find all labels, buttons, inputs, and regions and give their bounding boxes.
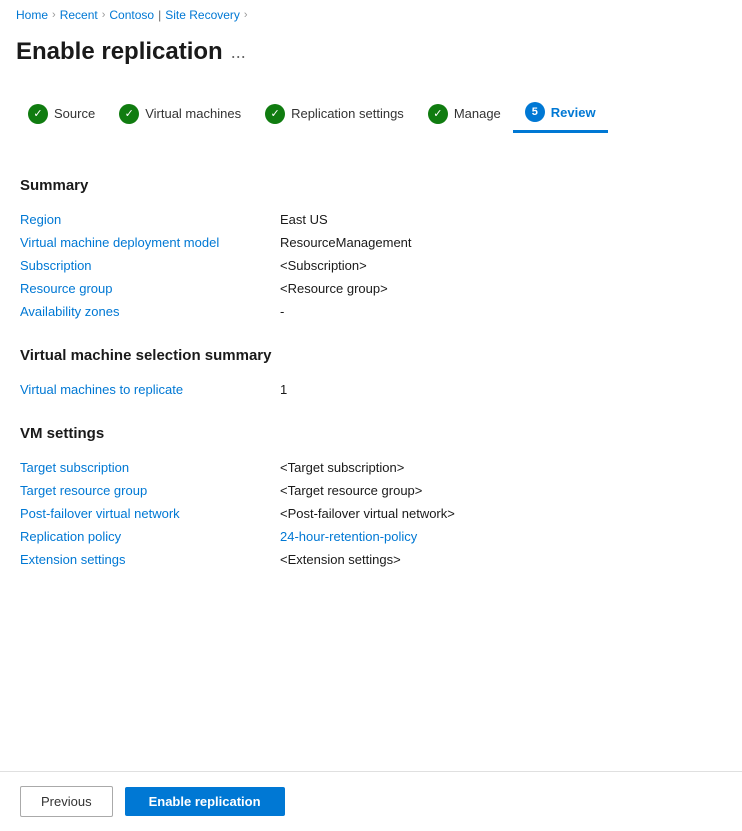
- table-row: Availability zones -: [20, 300, 722, 323]
- subscription-value: <Subscription>: [280, 258, 367, 273]
- footer: Previous Enable replication: [0, 771, 742, 831]
- step-manage-label: Manage: [454, 106, 501, 121]
- region-label: Region: [20, 212, 280, 227]
- step-source[interactable]: ✓ Source: [16, 96, 107, 132]
- summary-section: Summary Region East US Virtual machine d…: [20, 177, 722, 323]
- vms-to-replicate-label: Virtual machines to replicate: [20, 382, 280, 397]
- breadcrumb: Home › Recent › Contoso | Site Recovery …: [0, 0, 742, 30]
- target-resource-group-label: Target resource group: [20, 483, 280, 498]
- subscription-label: Subscription: [20, 258, 280, 273]
- extension-settings-value: <Extension settings>: [280, 552, 401, 567]
- deployment-model-value: ResourceManagement: [280, 235, 412, 250]
- table-row: Replication policy 24-hour-retention-pol…: [20, 525, 722, 548]
- breadcrumb-contoso[interactable]: Contoso: [109, 8, 154, 22]
- step-review-label: Review: [551, 105, 596, 120]
- table-row: Resource group <Resource group>: [20, 277, 722, 300]
- page-options-button[interactable]: ...: [231, 42, 246, 63]
- table-row: Target subscription <Target subscription…: [20, 456, 722, 479]
- breadcrumb-sep-3: ›: [244, 9, 248, 21]
- resource-group-label: Resource group: [20, 281, 280, 296]
- breadcrumb-recent[interactable]: Recent: [60, 8, 98, 22]
- enable-replication-button[interactable]: Enable replication: [125, 787, 285, 816]
- post-failover-network-label: Post-failover virtual network: [20, 506, 280, 521]
- steps-navigation: ✓ Source ✓ Virtual machines ✓ Replicatio…: [0, 82, 742, 145]
- step-replication-settings[interactable]: ✓ Replication settings: [253, 96, 416, 132]
- availability-zones-label: Availability zones: [20, 304, 280, 319]
- step-repl-check-icon: ✓: [265, 104, 285, 124]
- vm-selection-section: Virtual machine selection summary Virtua…: [20, 347, 722, 401]
- step-source-check-icon: ✓: [28, 104, 48, 124]
- vm-selection-title: Virtual machine selection summary: [20, 347, 722, 364]
- step-virtual-machines[interactable]: ✓ Virtual machines: [107, 96, 253, 132]
- table-row: Virtual machine deployment model Resourc…: [20, 231, 722, 254]
- step-vms-label: Virtual machines: [145, 106, 241, 121]
- step-review[interactable]: 5 Review: [513, 94, 608, 133]
- replication-policy-label: Replication policy: [20, 529, 280, 544]
- table-row: Virtual machines to replicate 1: [20, 378, 722, 401]
- region-value: East US: [280, 212, 328, 227]
- previous-button[interactable]: Previous: [20, 786, 113, 817]
- breadcrumb-sep-2: ›: [102, 9, 106, 21]
- availability-zones-value: -: [280, 304, 284, 319]
- step-manage[interactable]: ✓ Manage: [416, 96, 513, 132]
- step-source-label: Source: [54, 106, 95, 121]
- vm-selection-table: Virtual machines to replicate 1: [20, 378, 722, 401]
- extension-settings-label: Extension settings: [20, 552, 280, 567]
- resource-group-value: <Resource group>: [280, 281, 388, 296]
- replication-policy-value[interactable]: 24-hour-retention-policy: [280, 529, 417, 544]
- step-manage-check-icon: ✓: [428, 104, 448, 124]
- step-review-badge: 5: [525, 102, 545, 122]
- page-title: Enable replication: [16, 38, 223, 66]
- breadcrumb-site-recovery[interactable]: Site Recovery: [165, 8, 240, 22]
- step-repl-label: Replication settings: [291, 106, 404, 121]
- vms-to-replicate-value: 1: [280, 382, 287, 397]
- step-vms-check-icon: ✓: [119, 104, 139, 124]
- table-row: Region East US: [20, 208, 722, 231]
- breadcrumb-sep-1: ›: [52, 9, 56, 21]
- table-row: Post-failover virtual network <Post-fail…: [20, 502, 722, 525]
- table-row: Target resource group <Target resource g…: [20, 479, 722, 502]
- target-subscription-label: Target subscription: [20, 460, 280, 475]
- target-resource-group-value: <Target resource group>: [280, 483, 422, 498]
- target-subscription-value: <Target subscription>: [280, 460, 404, 475]
- summary-title: Summary: [20, 177, 722, 194]
- table-row: Extension settings <Extension settings>: [20, 548, 722, 571]
- vm-settings-title: VM settings: [20, 425, 722, 442]
- deployment-model-label: Virtual machine deployment model: [20, 235, 280, 250]
- post-failover-network-value: <Post-failover virtual network>: [280, 506, 455, 521]
- table-row: Subscription <Subscription>: [20, 254, 722, 277]
- main-content: Summary Region East US Virtual machine d…: [0, 153, 742, 611]
- vm-settings-section: VM settings Target subscription <Target …: [20, 425, 722, 571]
- breadcrumb-home[interactable]: Home: [16, 8, 48, 22]
- page-header: Enable replication ...: [0, 30, 742, 82]
- vm-settings-table: Target subscription <Target subscription…: [20, 456, 722, 571]
- summary-table: Region East US Virtual machine deploymen…: [20, 208, 722, 323]
